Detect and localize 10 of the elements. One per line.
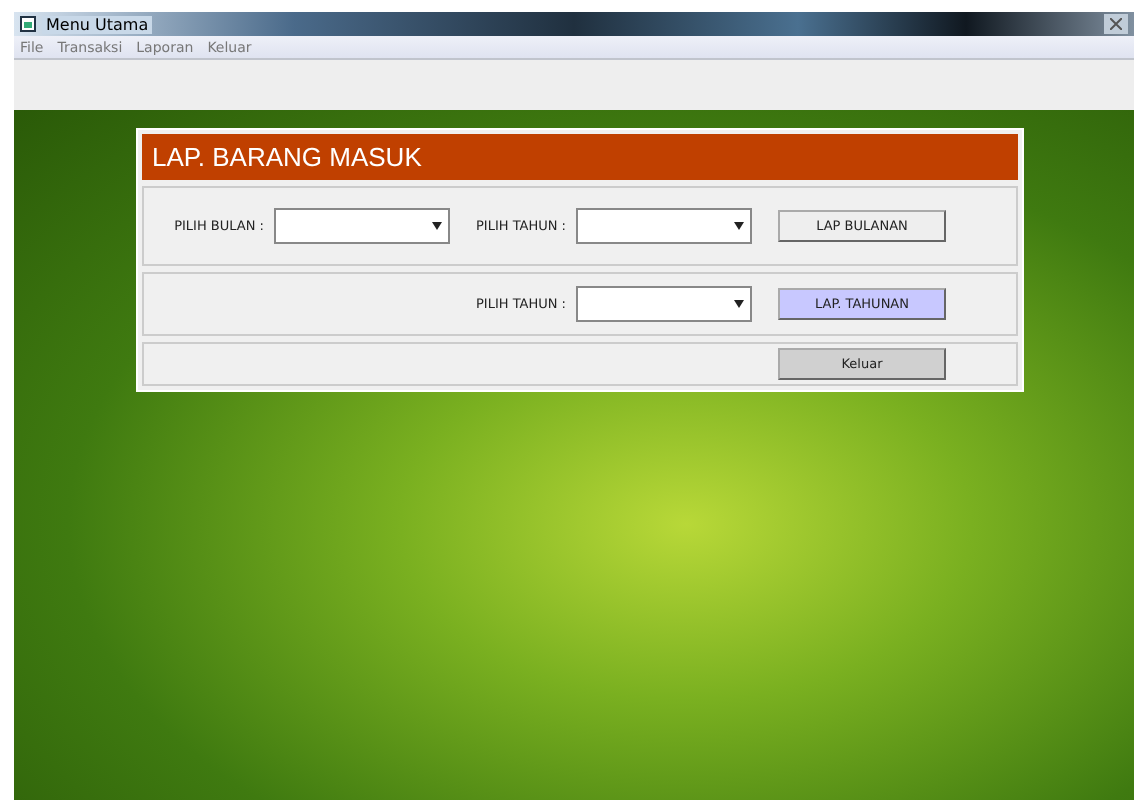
window-icon [20, 16, 36, 32]
dialog-title: LAP. BARANG MASUK [142, 134, 1018, 180]
caret-icon [431, 222, 442, 230]
window-title: Menu Utama [42, 15, 153, 33]
dropdown-field[interactable] [273, 208, 450, 244]
dropdown-field[interactable] [576, 208, 752, 244]
close-button[interactable] [1104, 14, 1128, 34]
dropdown-field[interactable] [576, 286, 752, 322]
caret-icon [734, 222, 744, 230]
caret-icon [734, 300, 744, 308]
